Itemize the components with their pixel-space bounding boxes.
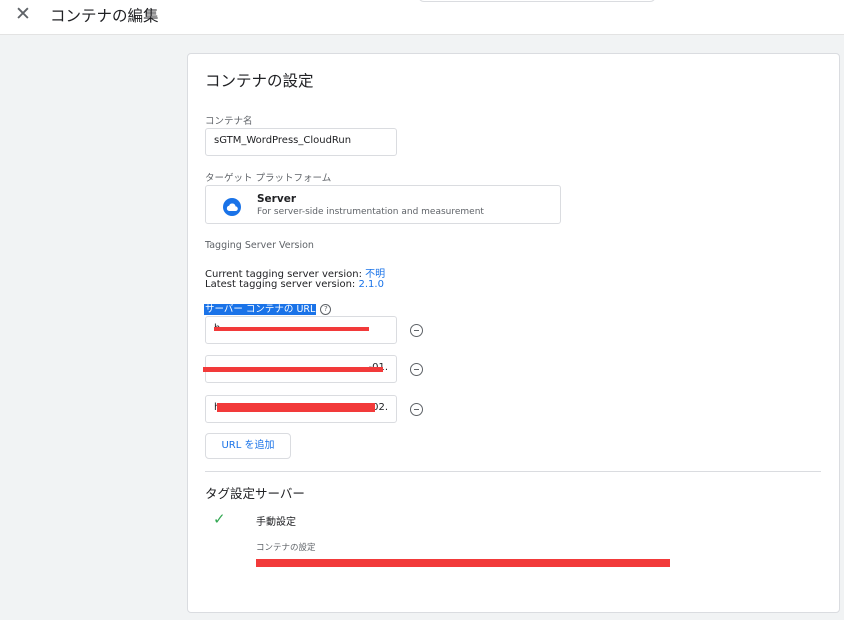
redaction-mark [203, 367, 383, 372]
add-url-button[interactable]: URL を追加 [205, 433, 291, 459]
container-settings-card: コンテナの設定 コンテナ名 sGTM_WordPress_CloudRun ター… [187, 53, 840, 613]
current-version-line: Current tagging server version: 不明 [205, 265, 385, 280]
divider [205, 471, 821, 472]
latest-version-value[interactable]: 2.1.0 [359, 279, 384, 290]
top-bar: ✕ コンテナの編集 [0, 0, 844, 35]
redaction-mark [214, 327, 369, 331]
server-version-label: Tagging Server Version [205, 240, 314, 251]
remove-url-icon[interactable] [410, 403, 423, 416]
platform-option-server[interactable]: Server For server-side instrumentation a… [205, 185, 561, 224]
platform-name: Server [257, 193, 297, 205]
latest-version-line: Latest tagging server version: 2.1.0 [205, 279, 384, 290]
top-overlay-fragment [418, 0, 656, 2]
container-name-input[interactable]: sGTM_WordPress_CloudRun [205, 128, 397, 156]
card-title: コンテナの設定 [205, 72, 314, 90]
latest-version-label: Latest tagging server version: [205, 279, 356, 290]
redaction-mark [217, 403, 375, 412]
close-icon[interactable]: ✕ [15, 3, 31, 25]
manual-setting-option[interactable]: 手動設定 [256, 513, 296, 528]
redaction-mark [256, 559, 670, 567]
remove-url-icon[interactable] [410, 324, 423, 337]
container-name-label: コンテナ名 [205, 116, 253, 127]
page-title: コンテナの編集 [50, 7, 159, 25]
server-url-label: サーバー コンテナの URL [204, 304, 317, 315]
help-icon[interactable]: ? [320, 304, 332, 315]
target-platform-label: ターゲット プラットフォーム [205, 173, 332, 184]
check-icon: ✓ [213, 510, 226, 528]
tag-server-title: タグ設定サーバー [205, 486, 305, 501]
server-url-heading: サーバー コンテナの URL? [204, 301, 332, 315]
platform-description: For server-side instrumentation and meas… [257, 207, 484, 217]
container-config-label: コンテナの設定 [256, 543, 316, 553]
cloud-icon [223, 198, 241, 216]
remove-url-icon[interactable] [410, 363, 423, 376]
